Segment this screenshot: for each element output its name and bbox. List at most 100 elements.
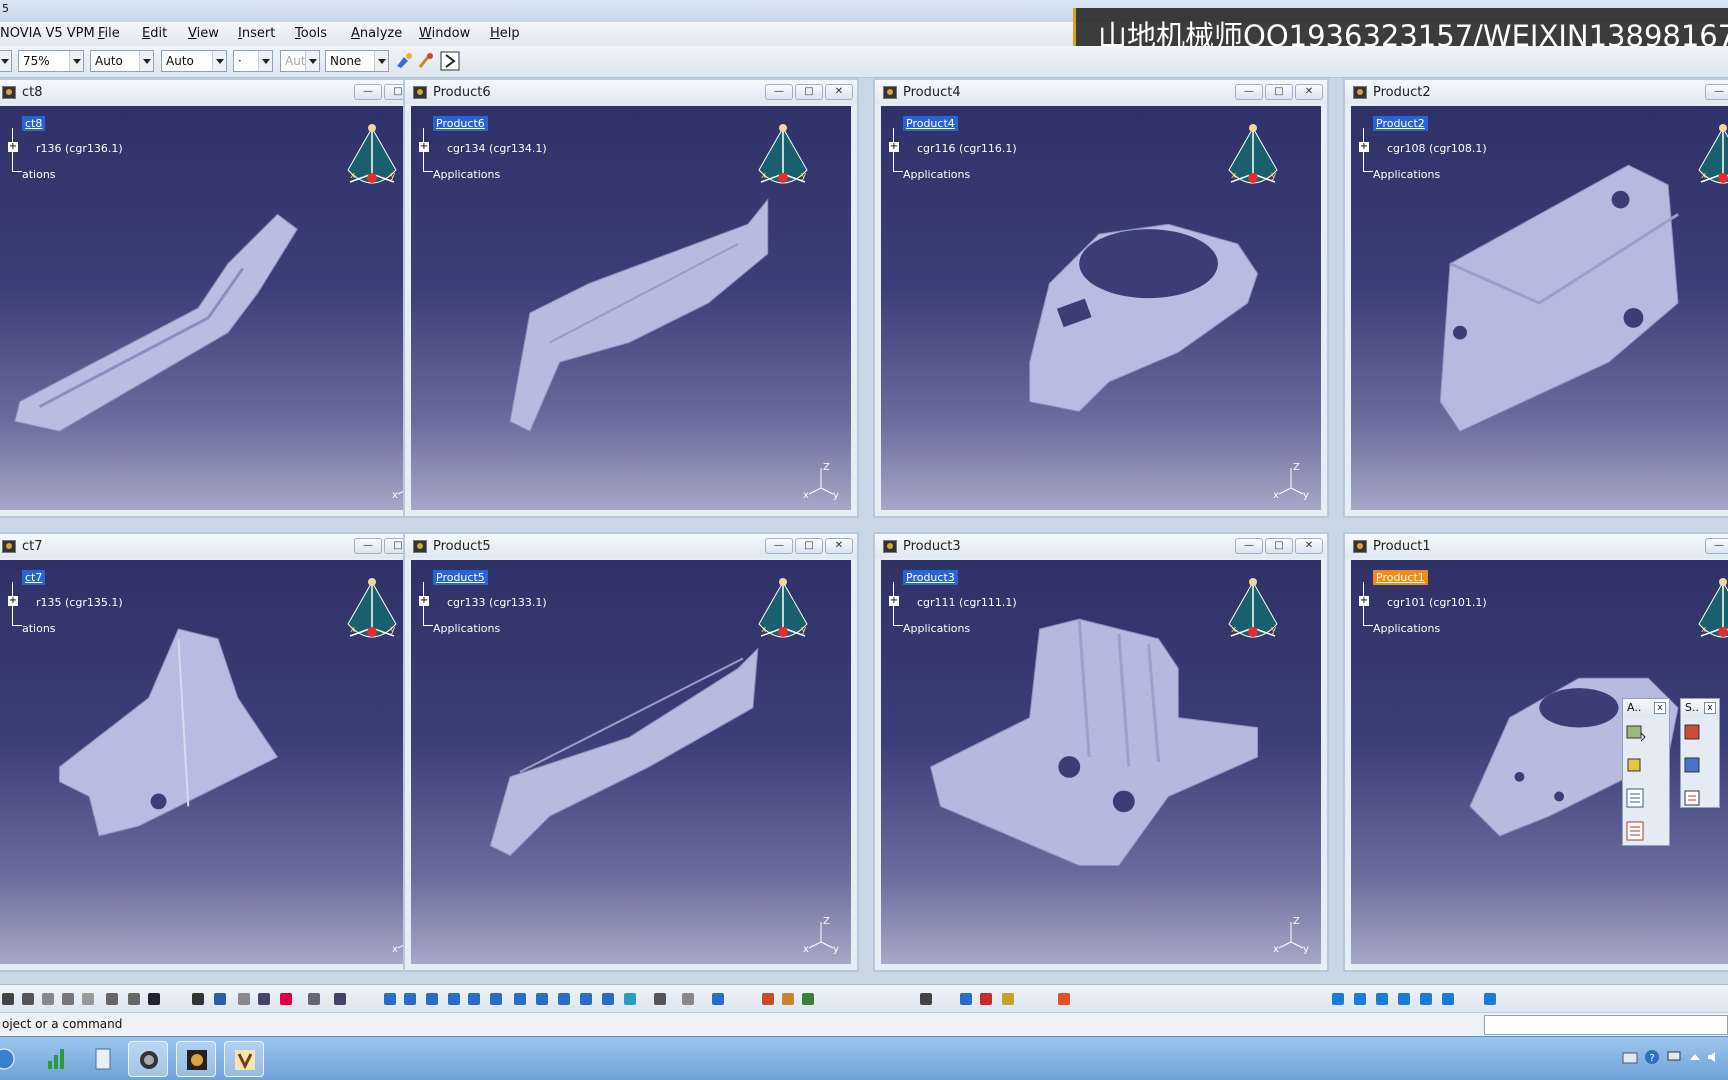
3d-viewport[interactable]: +ct7r135 (cgr135.1)ationsxyZxy <box>0 560 440 964</box>
tree-node-applications[interactable]: ations <box>22 622 56 635</box>
copy-icon[interactable] <box>60 991 76 1007</box>
view-bottom-icon[interactable] <box>1440 991 1456 1007</box>
menu-help[interactable]: Help <box>490 26 520 41</box>
tree-root-product[interactable]: Product5 <box>433 570 488 585</box>
viewer-window-product6[interactable]: Product6 — □ ✕ + Product6 cgr134 (cgr134.1) App… <box>403 78 859 518</box>
camera-icon[interactable] <box>918 991 934 1007</box>
compass-icon[interactable]: xy <box>344 122 400 202</box>
part-model[interactable] <box>1351 106 1728 510</box>
simulation-icon[interactable] <box>760 991 776 1007</box>
3d-viewport[interactable]: + Product6 cgr134 (cgr134.1) Applications x y… <box>411 106 851 510</box>
minimize-button[interactable]: — <box>1235 84 1263 100</box>
catalog-icon[interactable] <box>278 991 294 1007</box>
compass-icon[interactable]: xy <box>755 122 811 202</box>
minimize-button[interactable]: — <box>354 84 382 100</box>
maximize-button[interactable]: □ <box>795 538 823 554</box>
floating-toolbar-a[interactable]: A.. x <box>1622 698 1670 846</box>
maximize-button[interactable]: □ <box>1265 84 1293 100</box>
window-header[interactable]: ct7—□✕ <box>0 534 446 558</box>
tree-node-cgr[interactable]: cgr133 (cgr133.1) <box>447 596 547 609</box>
viewer-window-product4[interactable]: Product4 — □ ✕ + Product4 cgr116 (cgr116.1) App… <box>873 78 1329 518</box>
tree-expand-icon[interactable]: + <box>889 596 899 606</box>
style-combo[interactable] <box>0 50 12 72</box>
cut-icon[interactable] <box>40 991 56 1007</box>
tree-root-product[interactable]: ct8 <box>22 116 46 131</box>
menu-analyze[interactable]: Analyze <box>351 26 402 41</box>
minimize-button[interactable]: — <box>765 538 793 554</box>
compass-icon[interactable]: xy <box>1225 576 1281 656</box>
close-button[interactable]: ✕ <box>825 84 853 100</box>
redo-icon[interactable] <box>126 991 142 1007</box>
minimize-button[interactable]: — <box>1235 538 1263 554</box>
3d-viewport[interactable]: + Product1 cgr101 (cgr101.1) Applications xy… <box>1351 560 1728 964</box>
tree-node-applications[interactable]: Applications <box>903 168 970 181</box>
compass-reset-icon[interactable] <box>978 991 994 1007</box>
floating-toolbar-s[interactable]: S.. x <box>1680 698 1720 808</box>
paste-icon[interactable] <box>80 991 96 1007</box>
window-header[interactable]: Product4 — □ ✕ <box>875 80 1327 104</box>
swap-icon[interactable] <box>652 991 668 1007</box>
3d-viewport[interactable]: + Product2 cgr108 (cgr108.1) Applications xy… <box>1351 106 1728 510</box>
window-header[interactable]: Product3 — □ ✕ <box>875 534 1327 558</box>
zoom-out-icon[interactable] <box>488 991 504 1007</box>
tree-expand-icon[interactable]: + <box>889 142 899 152</box>
measure-icon[interactable] <box>332 991 348 1007</box>
select-frame-icon[interactable] <box>440 51 460 71</box>
close-icon[interactable]: x <box>1654 702 1666 714</box>
menu-tools[interactable]: Tools <box>295 26 327 41</box>
align-icon[interactable] <box>958 991 974 1007</box>
menu-view[interactable]: View <box>188 26 219 41</box>
view-right-icon[interactable] <box>1396 991 1412 1007</box>
tree-expand-icon[interactable] <box>1623 787 1647 809</box>
minimize-button[interactable]: — <box>765 84 793 100</box>
maximize-button[interactable]: □ <box>1265 538 1293 554</box>
taskbar-catia-vpm[interactable] <box>176 1041 216 1077</box>
tree-node-applications[interactable]: Applications <box>433 622 500 635</box>
viewer-window-product3[interactable]: Product3 — □ ✕ + Product3 cgr111 (cgr111.1) App… <box>873 532 1329 972</box>
taskbar-recorder[interactable] <box>128 1041 168 1077</box>
undo-icon[interactable] <box>104 991 120 1007</box>
save-icon[interactable] <box>0 991 16 1007</box>
menu-file[interactable]: File <box>98 26 120 41</box>
maximize-button[interactable]: □ <box>795 84 823 100</box>
close-button[interactable]: ✕ <box>825 538 853 554</box>
multi-view-b-icon[interactable] <box>800 991 816 1007</box>
tree-expand-icon[interactable]: + <box>8 142 18 152</box>
tree-node-applications[interactable]: Applications <box>1373 622 1440 635</box>
viewer-window-product7[interactable]: ct7—□✕+ct7r135 (cgr135.1)ationsxyZxy <box>0 532 448 972</box>
tree-node-cgr[interactable]: cgr134 (cgr134.1) <box>447 142 547 155</box>
zoom-combo[interactable]: 75% <box>18 50 84 72</box>
point-combo[interactable]: · <box>233 50 273 72</box>
refresh-icon[interactable] <box>680 991 696 1007</box>
chart-app-icon[interactable] <box>44 1045 70 1073</box>
replace-icon[interactable] <box>1681 754 1705 776</box>
component-icon[interactable] <box>1623 754 1647 776</box>
fit-all-icon[interactable] <box>534 991 550 1007</box>
viewer-window-product8[interactable]: ct8—□✕+ct8r136 (cgr136.1)ationsxyZxy <box>0 78 448 518</box>
publish-icon[interactable] <box>710 991 726 1007</box>
tree-node-cgr[interactable]: cgr101 (cgr101.1) <box>1387 596 1487 609</box>
compass-icon[interactable]: xy <box>1225 122 1281 202</box>
3d-viewport[interactable]: + Product3 cgr111 (cgr111.1) Applications x y… <box>881 560 1321 964</box>
taskbar-catia[interactable] <box>224 1041 264 1077</box>
volume-tray-icon[interactable] <box>1706 1049 1722 1065</box>
compass-icon[interactable]: xy <box>344 576 400 656</box>
menu-edit[interactable]: Edit <box>142 26 167 41</box>
close-button[interactable]: ✕ <box>1295 84 1323 100</box>
table-icon[interactable] <box>256 991 272 1007</box>
tree-expand-icon[interactable]: + <box>419 596 429 606</box>
tree-node-applications[interactable]: ations <box>22 168 56 181</box>
menu-window[interactable]: Window <box>419 26 470 41</box>
normal-view-icon[interactable] <box>512 991 528 1007</box>
keyboard-tray-icon[interactable] <box>1622 1051 1638 1065</box>
view-left-icon[interactable] <box>1374 991 1390 1007</box>
rotate-icon[interactable] <box>424 991 440 1007</box>
formula-icon[interactable] <box>190 991 206 1007</box>
reorder-icon[interactable] <box>1681 787 1705 809</box>
shading-icon[interactable] <box>600 991 616 1007</box>
view-top-icon[interactable] <box>1418 991 1434 1007</box>
bulb-icon[interactable] <box>1000 991 1016 1007</box>
multi-view-icon[interactable] <box>578 991 594 1007</box>
window-header[interactable]: ct8—□✕ <box>0 80 446 104</box>
viewer-window-product2[interactable]: Product2—□✕+Product2cgr108 (cgr108.1)App… <box>1343 78 1728 518</box>
